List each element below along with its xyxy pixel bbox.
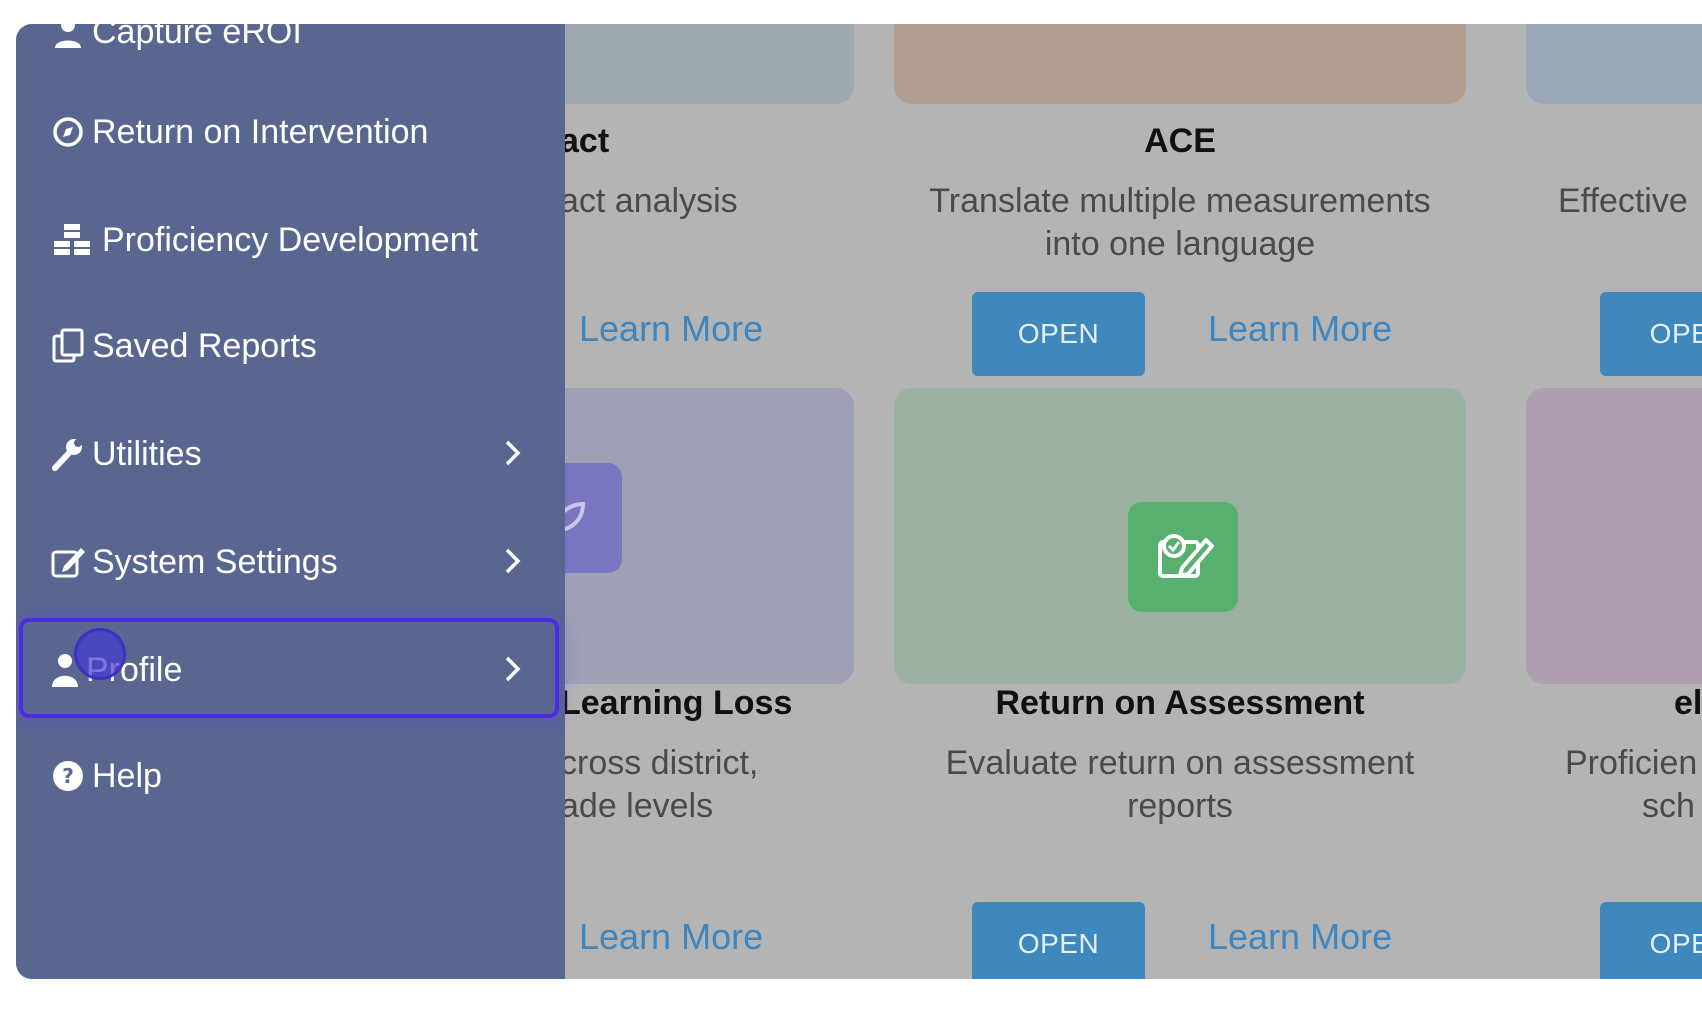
sidebar-item-label: System Settings xyxy=(92,542,338,581)
sidebar-item-proficiency-development[interactable]: Proficiency Development xyxy=(50,210,545,270)
wrench-icon xyxy=(50,436,86,472)
card-desc-ep-line1: Proficien xyxy=(1565,744,1698,782)
app-frame: act act analysis Learn More ACE Translat… xyxy=(16,24,1702,979)
sidebar-item-saved-reports[interactable]: Saved Reports xyxy=(50,316,545,376)
card-desc-ace-line1: Translate multiple measurements xyxy=(929,182,1431,220)
roa-icon-tile xyxy=(1128,502,1238,612)
card-desc-roa-line1: Evaluate return on assessment xyxy=(945,744,1415,782)
chevron-right-icon xyxy=(503,438,523,477)
copy-icon xyxy=(50,328,86,364)
card-desc-learning-loss-line2: ade levels xyxy=(560,787,714,825)
sidebar-item-label: Saved Reports xyxy=(92,326,317,365)
open-button-ace[interactable]: OPEN xyxy=(972,292,1145,376)
question-circle-icon: ? xyxy=(50,758,86,794)
card-desc-impact: act analysis xyxy=(560,182,738,220)
sidebar-item-utilities[interactable]: Utilities xyxy=(50,424,545,484)
sidebar-item-capture-eroi[interactable]: Capture eROI xyxy=(50,24,545,62)
learn-more-link-impact[interactable]: Learn More xyxy=(579,308,763,350)
card-desc-ep-line2: sch xyxy=(1642,787,1695,825)
open-button-ep[interactable]: OPE xyxy=(1600,902,1702,979)
learn-more-link-learning-loss[interactable]: Learn More xyxy=(579,916,763,958)
sidebar-item-return-on-intervention[interactable]: Return on Intervention xyxy=(50,102,545,162)
open-button-effective[interactable]: OPE xyxy=(1600,292,1702,376)
card-title-roa: Return on Assessment xyxy=(995,684,1365,722)
card-title-ep: el xyxy=(1674,684,1702,722)
edit-check-icon xyxy=(1158,534,1214,578)
card-title-ace: ACE xyxy=(1144,122,1216,160)
card-desc-learning-loss-line1: cross district, xyxy=(560,744,759,782)
sidebar-item-system-settings[interactable]: System Settings xyxy=(50,532,545,592)
card-image-ace xyxy=(894,24,1466,104)
learn-more-link-roa[interactable]: Learn More xyxy=(1208,916,1392,958)
open-button-roa[interactable]: OPEN xyxy=(972,902,1145,979)
sidebar-item-help[interactable]: ? Help xyxy=(50,746,545,806)
edit-icon xyxy=(50,544,86,580)
cubes-icon xyxy=(50,222,96,258)
sidebar-item-label: Help xyxy=(92,756,162,795)
svg-text:?: ? xyxy=(62,764,74,788)
sidebar-item-label: Utilities xyxy=(92,434,202,473)
chevron-right-icon xyxy=(503,546,523,585)
card-desc-roa-line2: reports xyxy=(1127,787,1233,825)
card-desc-effective: Effective xyxy=(1558,182,1688,220)
card-title-impact: act xyxy=(560,122,610,160)
click-indicator xyxy=(74,628,126,680)
sidebar-item-label: Proficiency Development xyxy=(102,220,479,259)
sidebar-item-label: Capture eROI xyxy=(92,24,302,51)
card-title-learning-loss: Learning Loss xyxy=(560,684,793,722)
card-image-ep xyxy=(1526,388,1702,684)
sidebar-item-label: Return on Intervention xyxy=(92,112,429,151)
card-image-effective xyxy=(1526,24,1702,104)
compass-icon xyxy=(50,114,86,150)
learn-more-link-ace[interactable]: Learn More xyxy=(1208,308,1392,350)
chevron-right-icon xyxy=(503,654,523,693)
card-desc-ace-line2: into one language xyxy=(1044,225,1316,263)
user-tie-icon xyxy=(50,24,86,50)
sidebar-menu: Capture eROI Return on Intervention Prof… xyxy=(16,24,565,979)
